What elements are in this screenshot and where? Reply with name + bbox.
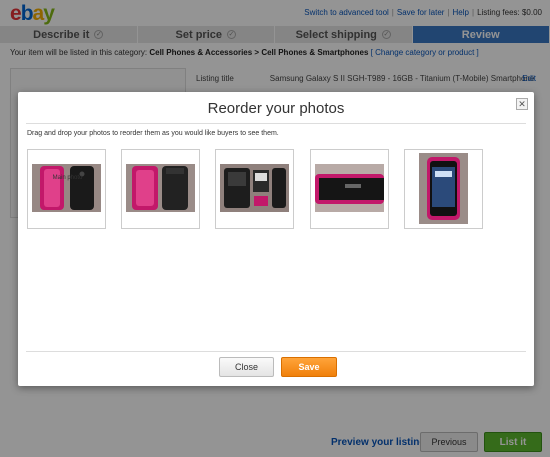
main-photo-label: Main photo <box>52 175 83 181</box>
photo-list <box>27 149 517 239</box>
photo-thumbnail <box>220 164 289 212</box>
photo-card-1[interactable] <box>27 149 106 229</box>
save-button[interactable]: Save <box>281 357 337 377</box>
photo-thumbnail <box>126 164 195 212</box>
dialog-title: Reorder your photos <box>207 100 345 117</box>
instructions-text: Drag and drop your photos to reorder the… <box>27 130 279 137</box>
photo-card-2[interactable] <box>121 149 200 229</box>
photo-card-4[interactable] <box>310 149 389 229</box>
photo-thumbnail <box>419 153 468 224</box>
divider <box>26 351 526 352</box>
photo-card-3[interactable] <box>215 149 294 229</box>
close-button[interactable]: Close <box>219 357 274 377</box>
photo-thumbnail <box>32 164 101 212</box>
photo-thumbnail <box>315 164 384 212</box>
photo-card-5[interactable] <box>404 149 483 229</box>
divider <box>26 123 526 124</box>
reorder-photos-dialog: Reorder your photos ✕ Drag and drop your… <box>18 92 534 386</box>
close-icon[interactable]: ✕ <box>516 98 528 110</box>
